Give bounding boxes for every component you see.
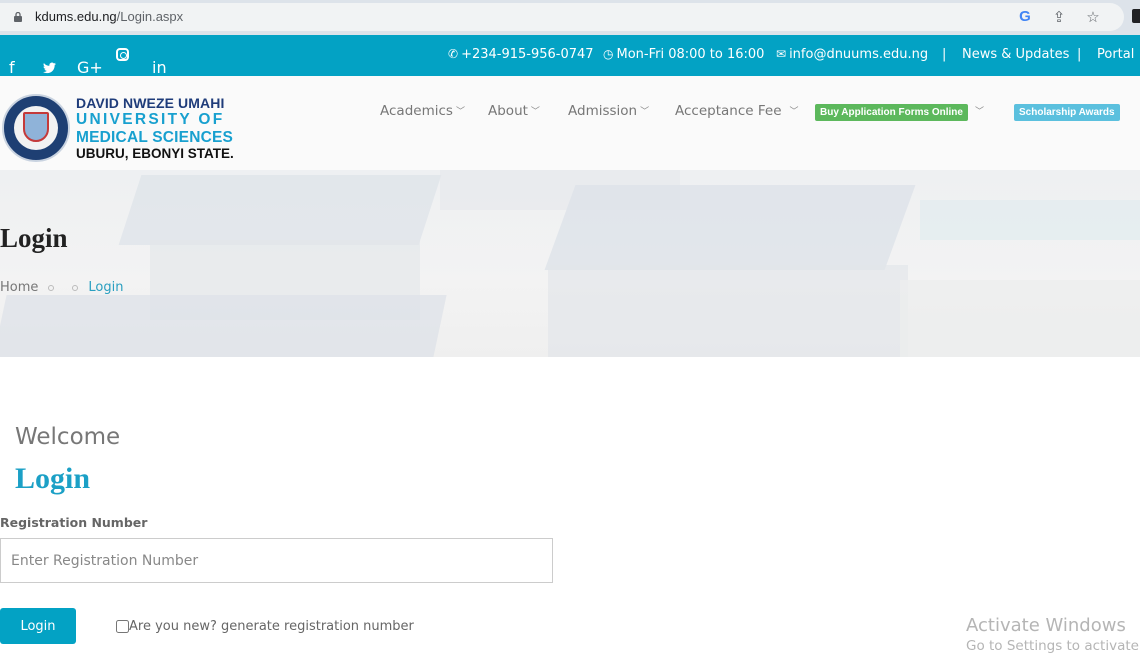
- hours-text: Mon-Fri 08:00 to 16:00: [616, 47, 765, 62]
- registration-number-input[interactable]: [0, 538, 553, 583]
- lock-icon[interactable]: [13, 12, 23, 22]
- nav-about[interactable]: About ﹀: [488, 103, 540, 119]
- registration-number-label: Registration Number: [0, 515, 148, 530]
- extensions-icon[interactable]: [1132, 9, 1140, 23]
- instagram-icon[interactable]: [116, 48, 129, 61]
- news-updates-link[interactable]: News & Updates: [962, 47, 1069, 62]
- phone-contact[interactable]: ✆ +234-915-956-0747: [448, 47, 594, 62]
- new-user-checkbox-label[interactable]: Are you new? generate registration numbe…: [129, 619, 414, 634]
- clock-icon: ◷: [603, 47, 614, 61]
- phone-text: +234-915-956-0747: [461, 47, 594, 62]
- breadcrumb-separator-icon: [48, 285, 55, 291]
- nav-admission[interactable]: Admission ﹀: [568, 103, 649, 119]
- activate-windows-watermark: Activate Windows Go to Settings to activ…: [966, 615, 1140, 654]
- chevron-down-icon: ﹀: [530, 107, 540, 117]
- nav-label: Academics: [380, 103, 453, 119]
- nav-label: Acceptance Fee: [675, 103, 782, 119]
- office-hours: ◷ Mon-Fri 08:00 to 16:00: [603, 47, 764, 62]
- page-banner: Login Home Login: [0, 170, 1140, 357]
- logo-line-4: UBURU, EBONYI STATE.: [76, 146, 234, 161]
- nav-label: Admission: [568, 103, 638, 119]
- portal-link[interactable]: Portal: [1097, 47, 1134, 62]
- nav-label: About: [488, 103, 528, 119]
- address-bar[interactable]: kdums.edu.ng/Login.aspx G ⇪ ☆: [0, 3, 1124, 31]
- breadcrumb-home[interactable]: Home: [0, 280, 38, 295]
- logo-line-3: MEDICAL SCIENCES: [76, 128, 234, 146]
- breadcrumb-current: Login: [88, 280, 124, 295]
- login-heading: Login: [15, 462, 91, 495]
- page-title: Login: [0, 223, 68, 253]
- breadcrumb-separator-icon: [72, 285, 79, 291]
- browser-toolbar: kdums.edu.ng/Login.aspx G ⇪ ☆: [0, 0, 1140, 35]
- university-logo-text[interactable]: DAVID NWEZE UMAHI UNIVERSITY OF MEDICAL …: [76, 96, 234, 161]
- star-icon[interactable]: ☆: [1084, 8, 1102, 26]
- top-info-bar: f G+ in ✆ +234-915-956-0747 ◷ Mon-Fri 08:0…: [0, 35, 1140, 77]
- university-seal-logo[interactable]: [2, 94, 70, 162]
- new-user-option[interactable]: Are you new? generate registration numbe…: [116, 619, 414, 634]
- url-path: /Login.aspx: [116, 9, 184, 24]
- google-icon[interactable]: G: [1016, 8, 1034, 26]
- nav-scholarship-awards[interactable]: Scholarship Awards: [1014, 104, 1120, 121]
- email-contact[interactable]: ✉ info@dnuums.edu.ng: [776, 47, 928, 62]
- separator: |: [942, 47, 947, 62]
- separator: |: [1077, 47, 1082, 62]
- welcome-heading: Welcome: [15, 424, 121, 450]
- chevron-down-icon: ﹀: [455, 107, 465, 117]
- chevron-down-icon: ﹀: [789, 107, 799, 117]
- breadcrumb: Home Login: [0, 280, 123, 295]
- logo-line-1: DAVID NWEZE UMAHI: [76, 95, 225, 111]
- nav-buy-application-forms[interactable]: Buy Application Forms Online: [815, 104, 968, 121]
- chevron-down-icon[interactable]: ﹀: [975, 104, 984, 117]
- new-user-checkbox[interactable]: [116, 620, 129, 633]
- login-button[interactable]: Login: [0, 608, 76, 644]
- site-header: DAVID NWEZE UMAHI UNIVERSITY OF MEDICAL …: [0, 76, 1140, 170]
- email-text: info@dnuums.edu.ng: [789, 47, 929, 62]
- url-text[interactable]: kdums.edu.ng/Login.aspx: [35, 9, 183, 24]
- nav-acceptance-fee[interactable]: Acceptance Fee ﹀: [675, 103, 799, 119]
- envelope-icon: ✉: [776, 47, 787, 61]
- share-icon[interactable]: ⇪: [1050, 8, 1068, 26]
- url-domain: kdums.edu.ng: [35, 9, 117, 24]
- nav-academics[interactable]: Academics ﹀: [380, 103, 465, 119]
- logo-line-2: UNIVERSITY OF: [76, 111, 225, 128]
- watermark-subtitle: Go to Settings to activate Windows.: [966, 638, 1140, 654]
- watermark-title: Activate Windows: [966, 615, 1126, 636]
- chevron-down-icon: ﹀: [640, 107, 650, 117]
- phone-icon: ✆: [448, 47, 459, 61]
